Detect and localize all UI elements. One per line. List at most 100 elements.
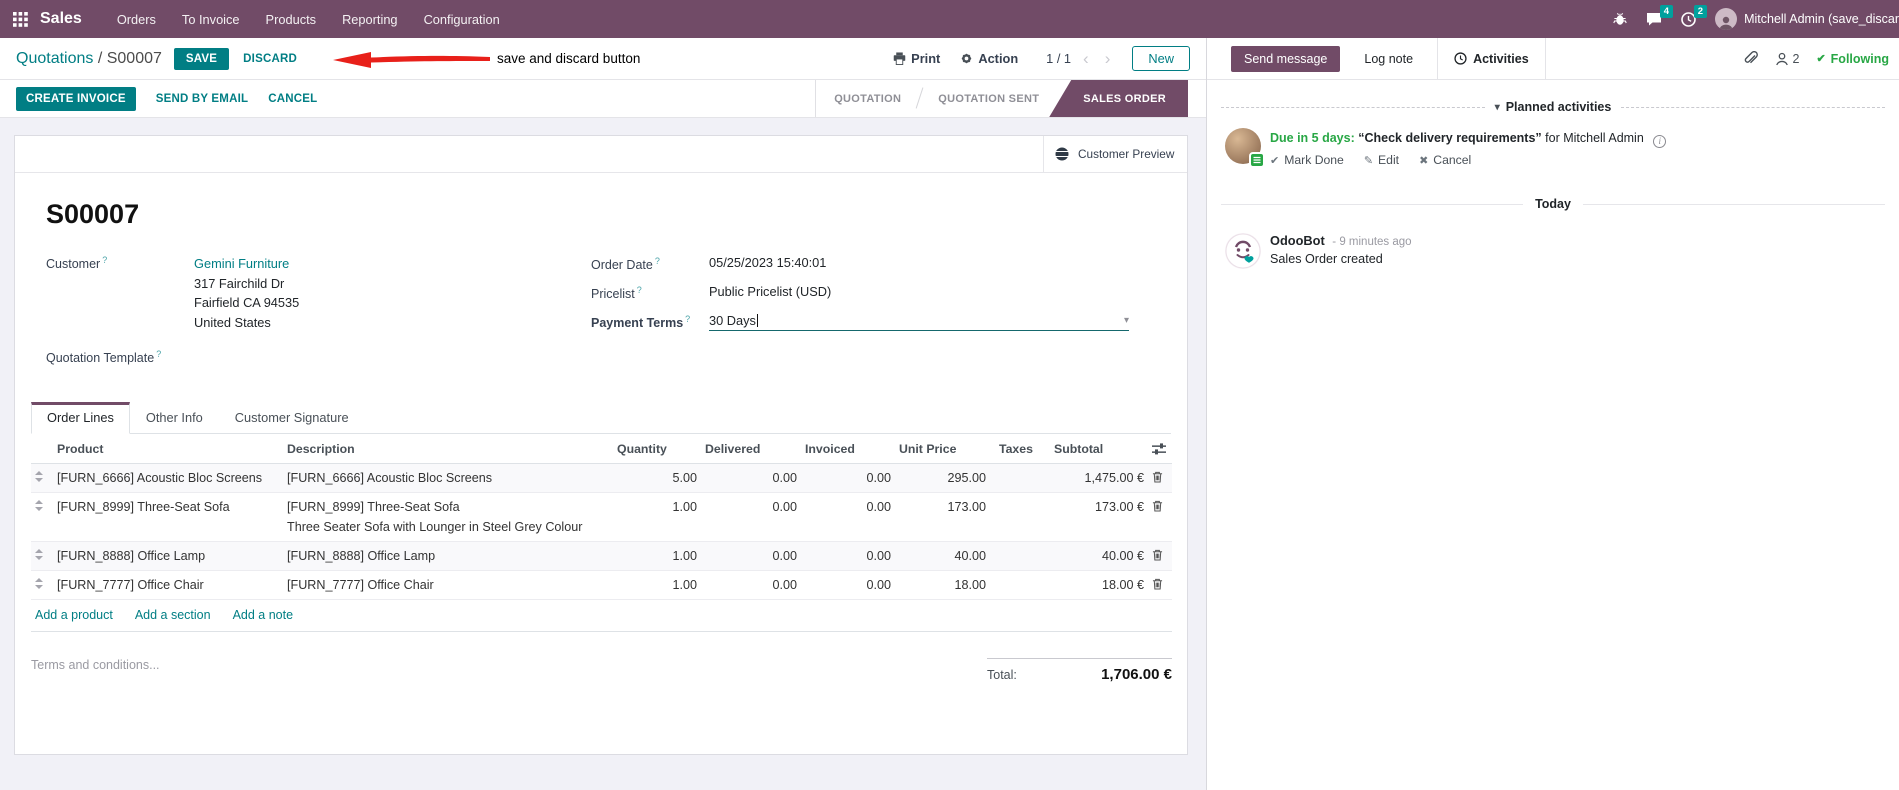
add-note-link[interactable]: Add a note [233, 608, 293, 622]
cell-delivered: 0.00 [772, 500, 797, 515]
discard-button[interactable]: DISCARD [243, 53, 297, 65]
col-subtotal[interactable]: Subtotal [1050, 434, 1148, 465]
tab-customer-signature[interactable]: Customer Signature [219, 402, 365, 434]
info-icon[interactable]: i [1653, 135, 1667, 148]
attachments-button[interactable] [1743, 51, 1758, 66]
app-name[interactable]: Sales [40, 10, 82, 28]
breadcrumb-quotations-link[interactable]: Quotations [16, 50, 93, 67]
payment-terms-input[interactable]: 30 Days ▾ [709, 313, 1129, 332]
cell-unit-price[interactable]: 18.00 [895, 571, 990, 600]
dropdown-caret-icon[interactable]: ▾ [1124, 315, 1129, 326]
user-menu[interactable]: Mitchell Admin (save_discar [1715, 8, 1899, 30]
delete-line-button[interactable] [1148, 493, 1172, 542]
optional-columns-button[interactable] [1148, 434, 1172, 465]
order-line-row[interactable]: [FURN_7777] Office Chair [FURN_7777] Off… [31, 571, 1172, 600]
messages-icon[interactable]: 4 [1646, 5, 1674, 26]
terms-placeholder[interactable]: Terms and conditions... [31, 658, 160, 683]
activities-button[interactable]: Activities [1437, 38, 1546, 79]
col-invoiced[interactable]: Invoiced [801, 434, 895, 465]
odoobot-avatar[interactable] [1225, 233, 1261, 269]
cancel-button[interactable]: CANCEL [268, 93, 317, 105]
cell-product[interactable]: [FURN_8999] Three-Seat Sofa [53, 493, 283, 542]
send-by-email-button[interactable]: SEND BY EMAIL [156, 93, 248, 105]
step-sales-order[interactable]: SALES ORDER [1049, 80, 1188, 117]
menu-to-invoice[interactable]: To Invoice [169, 0, 253, 38]
cell-description[interactable]: [FURN_8888] Office Lamp [283, 541, 613, 571]
cell-taxes[interactable] [990, 463, 1050, 493]
help-marker: ? [102, 255, 108, 265]
activities-clock-icon[interactable]: 2 [1681, 4, 1708, 27]
cell-unit-price[interactable]: 173.00 [895, 493, 990, 542]
message-author[interactable]: OdooBot [1270, 233, 1325, 248]
cell-description[interactable]: [FURN_8999] Three-Seat Sofa Three Seater… [283, 493, 613, 542]
print-button[interactable]: Print [887, 47, 946, 70]
cell-taxes[interactable] [990, 541, 1050, 571]
col-product[interactable]: Product [53, 434, 283, 465]
mark-done-button[interactable]: ✔ Mark Done [1270, 153, 1344, 167]
delete-line-button[interactable] [1148, 571, 1172, 600]
order-line-row[interactable]: [FURN_8888] Office Lamp [FURN_8888] Offi… [31, 541, 1172, 571]
order-date-value[interactable]: 05/25/2023 15:40:01 [709, 255, 826, 270]
pager-prev-icon[interactable]: ‹ [1079, 49, 1093, 69]
cell-description[interactable]: [FURN_6666] Acoustic Bloc Screens [283, 463, 613, 493]
add-product-link[interactable]: Add a product [35, 608, 113, 622]
new-button[interactable]: New [1132, 46, 1190, 71]
menu-configuration[interactable]: Configuration [411, 0, 513, 38]
cancel-activity-button[interactable]: ✖ Cancel [1419, 153, 1471, 167]
drag-handle[interactable] [31, 463, 53, 493]
apps-grid-icon[interactable] [0, 0, 40, 38]
message-item: OdooBot - 9 minutes ago Sales Order crea… [1207, 233, 1899, 269]
col-taxes[interactable]: Taxes [990, 434, 1050, 465]
menu-reporting[interactable]: Reporting [329, 0, 411, 38]
payment-terms-label: Payment Terms? [591, 314, 691, 331]
add-section-link[interactable]: Add a section [135, 608, 211, 622]
cell-taxes[interactable] [990, 493, 1050, 542]
cell-product[interactable]: [FURN_7777] Office Chair [53, 571, 283, 600]
pencil-icon: ✎ [1363, 154, 1374, 167]
control-panel: Quotations / S00007 SAVE DISCARD save an… [0, 38, 1206, 80]
cell-product[interactable]: [FURN_8888] Office Lamp [53, 541, 283, 571]
cell-quantity[interactable]: 1.00 [613, 571, 701, 600]
step-quotation[interactable]: QUOTATION [816, 80, 919, 117]
cell-taxes[interactable] [990, 571, 1050, 600]
save-button[interactable]: SAVE [173, 47, 230, 70]
send-message-button[interactable]: Send message [1231, 45, 1341, 72]
customer-link[interactable]: Gemini Furniture [194, 254, 299, 274]
col-unit-price[interactable]: Unit Price [895, 434, 990, 465]
create-invoice-button[interactable]: CREATE INVOICE [16, 86, 136, 111]
step-quotation-sent[interactable]: QUOTATION SENT [920, 80, 1057, 117]
edit-activity-button[interactable]: ✎ Edit [1364, 153, 1399, 167]
pricelist-value[interactable]: Public Pricelist (USD) [709, 284, 831, 299]
following-button[interactable]: ✔ Following [1816, 52, 1889, 66]
drag-handle[interactable] [31, 493, 53, 542]
drag-handle[interactable] [31, 571, 53, 600]
drag-handle[interactable] [31, 541, 53, 571]
order-line-row[interactable]: [FURN_8999] Three-Seat Sofa [FURN_8999] … [31, 493, 1172, 542]
cell-unit-price[interactable]: 40.00 [895, 541, 990, 571]
cell-quantity[interactable]: 5.00 [613, 463, 701, 493]
delete-line-button[interactable] [1148, 463, 1172, 493]
col-description[interactable]: Description [283, 434, 613, 465]
col-quantity[interactable]: Quantity [613, 434, 701, 465]
menu-orders[interactable]: Orders [104, 0, 169, 38]
pager-next-icon[interactable]: › [1101, 49, 1115, 69]
cell-description[interactable]: [FURN_7777] Office Chair [283, 571, 613, 600]
customer-address-line: 317 Fairchild Dr [194, 275, 285, 291]
menu-products[interactable]: Products [253, 0, 330, 38]
cell-quantity[interactable]: 1.00 [613, 541, 701, 571]
payment-terms-value: 30 Days [709, 313, 756, 329]
col-delivered[interactable]: Delivered [701, 434, 801, 465]
action-button[interactable]: Action [954, 47, 1024, 70]
delete-line-button[interactable] [1148, 541, 1172, 571]
cell-unit-price[interactable]: 295.00 [895, 463, 990, 493]
cell-quantity[interactable]: 1.00 [613, 493, 701, 542]
tab-other-info[interactable]: Other Info [130, 402, 219, 434]
planned-activities-header[interactable]: ▾ Planned activities [1221, 100, 1886, 114]
tab-order-lines[interactable]: Order Lines [31, 402, 130, 435]
cell-product[interactable]: [FURN_6666] Acoustic Bloc Screens [53, 463, 283, 493]
log-note-button[interactable]: Log note [1354, 46, 1423, 72]
customer-preview-button[interactable]: Customer Preview [1043, 136, 1187, 172]
order-line-row[interactable]: [FURN_6666] Acoustic Bloc Screens [FURN_… [31, 463, 1172, 493]
debug-bug-icon[interactable] [1613, 12, 1627, 26]
followers-button[interactable]: 2 [1775, 52, 1799, 66]
